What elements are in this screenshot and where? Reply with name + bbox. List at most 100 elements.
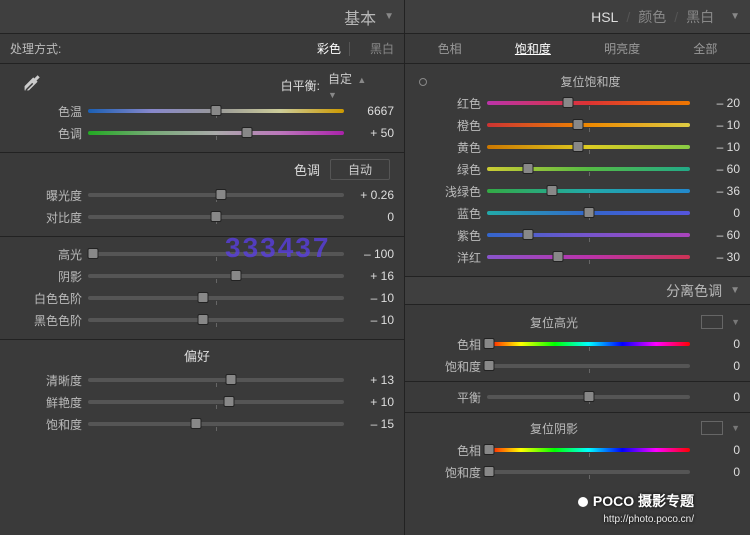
slider-value[interactable]: 0 bbox=[690, 390, 740, 404]
basic-panel-header[interactable]: 基本 ▼ bbox=[0, 0, 404, 34]
slider-thumb[interactable] bbox=[563, 97, 574, 108]
wb-dropdown[interactable]: 自定 ▲▼ bbox=[328, 70, 394, 101]
slider-track[interactable] bbox=[487, 118, 690, 132]
tab-saturation[interactable]: 饱和度 bbox=[509, 38, 557, 59]
slider-thumb[interactable] bbox=[484, 360, 495, 371]
highlight-swatch[interactable] bbox=[701, 315, 723, 329]
split-toning-header[interactable]: 分离色调 ▼ bbox=[405, 277, 750, 305]
slider-value[interactable]: – 10 bbox=[690, 118, 740, 132]
slider-value[interactable]: 0 bbox=[690, 206, 740, 220]
reset-highlights[interactable]: 复位高光 bbox=[415, 314, 693, 331]
slider-value[interactable]: 0 bbox=[690, 337, 740, 351]
slider-track[interactable] bbox=[88, 291, 344, 305]
reset-saturation[interactable]: 复位饱和度 bbox=[441, 73, 740, 90]
slider-value[interactable]: – 10 bbox=[690, 140, 740, 154]
slider-track[interactable] bbox=[487, 337, 690, 351]
slider-value[interactable]: + 16 bbox=[344, 269, 394, 283]
slider-track[interactable] bbox=[487, 390, 690, 404]
slider-thumb[interactable] bbox=[223, 396, 234, 407]
slider-track[interactable] bbox=[88, 247, 344, 261]
slider-thumb[interactable] bbox=[484, 338, 495, 349]
slider-value[interactable]: 0 bbox=[690, 465, 740, 479]
slider-value[interactable]: 0 bbox=[344, 210, 394, 224]
slider-thumb[interactable] bbox=[241, 127, 252, 138]
slider-track[interactable] bbox=[487, 359, 690, 373]
slider-track[interactable] bbox=[487, 140, 690, 154]
hsl-subtabs: 色相 饱和度 明亮度 全部 bbox=[405, 34, 750, 64]
slider-thumb[interactable] bbox=[190, 418, 201, 429]
slider-track[interactable] bbox=[88, 417, 344, 431]
slider-track[interactable] bbox=[487, 96, 690, 110]
slider-value[interactable]: 6667 bbox=[344, 104, 394, 118]
color-tab[interactable]: 颜色 bbox=[638, 7, 666, 27]
slider-thumb[interactable] bbox=[211, 211, 222, 222]
slider-thumb[interactable] bbox=[522, 163, 533, 174]
slider-label: 阴影 bbox=[10, 268, 88, 285]
slider-track[interactable] bbox=[487, 228, 690, 242]
divider bbox=[349, 42, 350, 56]
slider-value[interactable]: – 60 bbox=[690, 228, 740, 242]
slider-thumb[interactable] bbox=[231, 270, 242, 281]
slider-value[interactable]: 0 bbox=[690, 359, 740, 373]
slider-track[interactable] bbox=[88, 395, 344, 409]
slider-thumb[interactable] bbox=[546, 185, 557, 196]
slider-track[interactable] bbox=[487, 206, 690, 220]
treatment-color[interactable]: 彩色 bbox=[317, 40, 341, 57]
slider-thumb[interactable] bbox=[216, 189, 227, 200]
slider-thumb[interactable] bbox=[484, 444, 495, 455]
hsl-panel-header[interactable]: HSL / 颜色 / 黑白 ▼ bbox=[405, 0, 750, 34]
collapse-icon: ▼ bbox=[730, 285, 740, 296]
slider-track[interactable] bbox=[487, 465, 690, 479]
slider-thumb[interactable] bbox=[583, 207, 594, 218]
shadow-swatch[interactable] bbox=[701, 421, 723, 435]
slider-row: 色调 + 50 bbox=[10, 122, 394, 144]
slider-thumb[interactable] bbox=[573, 119, 584, 130]
slider-thumb[interactable] bbox=[553, 251, 564, 262]
treatment-bw[interactable]: 黑白 bbox=[370, 40, 394, 57]
slider-track[interactable] bbox=[88, 126, 344, 140]
slider-track[interactable] bbox=[88, 373, 344, 387]
slider-track[interactable] bbox=[88, 104, 344, 118]
tab-all[interactable]: 全部 bbox=[687, 38, 723, 59]
slider-value[interactable]: – 36 bbox=[690, 184, 740, 198]
slider-track[interactable] bbox=[88, 313, 344, 327]
slider-track[interactable] bbox=[88, 188, 344, 202]
slider-value[interactable]: 0 bbox=[690, 443, 740, 457]
bw-tab[interactable]: 黑白 bbox=[686, 7, 714, 27]
target-adjust-icon[interactable] bbox=[419, 78, 427, 86]
slider-thumb[interactable] bbox=[522, 229, 533, 240]
slider-value[interactable]: – 20 bbox=[690, 96, 740, 110]
slider-value[interactable]: + 0.26 bbox=[344, 188, 394, 202]
slider-value[interactable]: – 10 bbox=[344, 313, 394, 327]
slider-track[interactable] bbox=[487, 162, 690, 176]
tab-hue[interactable]: 色相 bbox=[432, 38, 468, 59]
eyedropper-icon[interactable] bbox=[10, 72, 50, 98]
treatment-label: 处理方式: bbox=[10, 40, 305, 57]
slider-value[interactable]: + 13 bbox=[344, 373, 394, 387]
slider-value[interactable]: – 30 bbox=[690, 250, 740, 264]
slider-track[interactable] bbox=[487, 250, 690, 264]
slider-track[interactable] bbox=[487, 184, 690, 198]
slider-value[interactable]: – 60 bbox=[690, 162, 740, 176]
tab-luminance[interactable]: 明亮度 bbox=[598, 38, 646, 59]
slider-track[interactable] bbox=[487, 443, 690, 457]
reset-shadows[interactable]: 复位阴影 bbox=[415, 420, 693, 437]
slider-value[interactable]: – 10 bbox=[344, 291, 394, 305]
slider-value[interactable]: – 15 bbox=[344, 417, 394, 431]
slider-thumb[interactable] bbox=[484, 466, 495, 477]
slider-value[interactable]: – 100 bbox=[344, 247, 394, 261]
hsl-tab[interactable]: HSL bbox=[591, 9, 618, 25]
slider-thumb[interactable] bbox=[583, 391, 594, 402]
slider-thumb[interactable] bbox=[88, 248, 99, 259]
slider-thumb[interactable] bbox=[573, 141, 584, 152]
auto-button[interactable]: 自动 bbox=[330, 159, 390, 180]
slider-value[interactable]: + 50 bbox=[344, 126, 394, 140]
slider-thumb[interactable] bbox=[211, 105, 222, 116]
slider-track[interactable] bbox=[88, 210, 344, 224]
slider-thumb[interactable] bbox=[198, 314, 209, 325]
slider-track[interactable] bbox=[88, 269, 344, 283]
slider-label: 饱和度 bbox=[10, 416, 88, 433]
slider-thumb[interactable] bbox=[198, 292, 209, 303]
slider-thumb[interactable] bbox=[226, 374, 237, 385]
slider-value[interactable]: + 10 bbox=[344, 395, 394, 409]
